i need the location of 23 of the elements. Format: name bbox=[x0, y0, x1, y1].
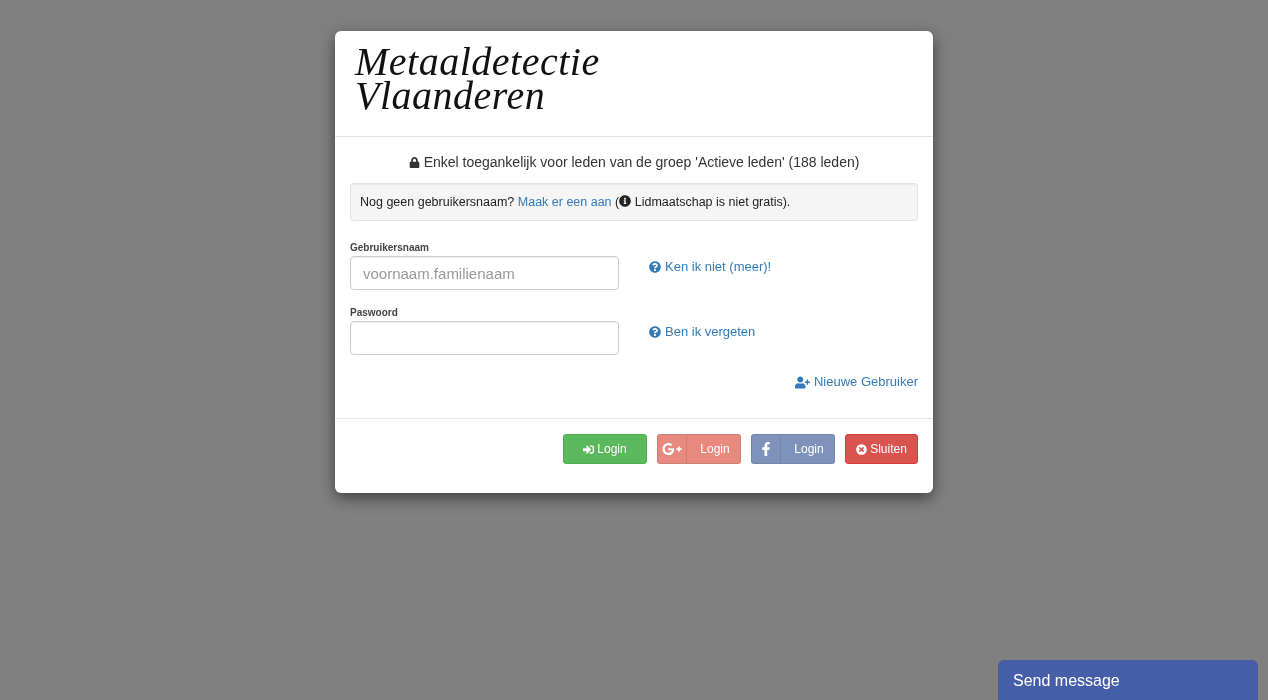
help-link[interactable]: Ben ik vergeten bbox=[649, 322, 756, 342]
login-button[interactable]: Login bbox=[563, 434, 647, 464]
signup-link[interactable]: Maak er een aan bbox=[517, 195, 612, 209]
lock-icon bbox=[408, 156, 420, 168]
help-link[interactable]: Ken ik niet (meer)! bbox=[649, 257, 772, 277]
close-button[interactable]: Sluiten bbox=[845, 434, 918, 464]
logo-text: Vlaanderen bbox=[355, 79, 546, 113]
send-message-button[interactable]: Send message bbox=[998, 660, 1258, 700]
field-label: Gebruikersnaam bbox=[350, 241, 429, 255]
help-icon bbox=[649, 261, 661, 273]
sign-in-icon bbox=[583, 443, 595, 455]
close-icon bbox=[856, 443, 868, 455]
user-plus-icon bbox=[794, 374, 810, 390]
input-field[interactable]: voornaam.familienaam bbox=[350, 256, 619, 290]
field-label: Paswoord bbox=[350, 306, 398, 320]
access-notice: Enkel toegankelijk voor leden van de groep 'Actieve leden' (188 leden) bbox=[423, 153, 860, 172]
logo-text: Metaaldetectie bbox=[355, 45, 600, 79]
facebook-icon bbox=[759, 442, 773, 456]
signup-text: Nog geen gebruikersnaam? Maak er een aan ( Lidmaatschap is niet gratis). bbox=[360, 194, 791, 211]
input-field[interactable] bbox=[350, 321, 619, 355]
new-user-link[interactable]: Nieuwe Gebruiker bbox=[794, 372, 918, 392]
info-icon bbox=[619, 195, 632, 207]
help-icon bbox=[649, 326, 661, 338]
